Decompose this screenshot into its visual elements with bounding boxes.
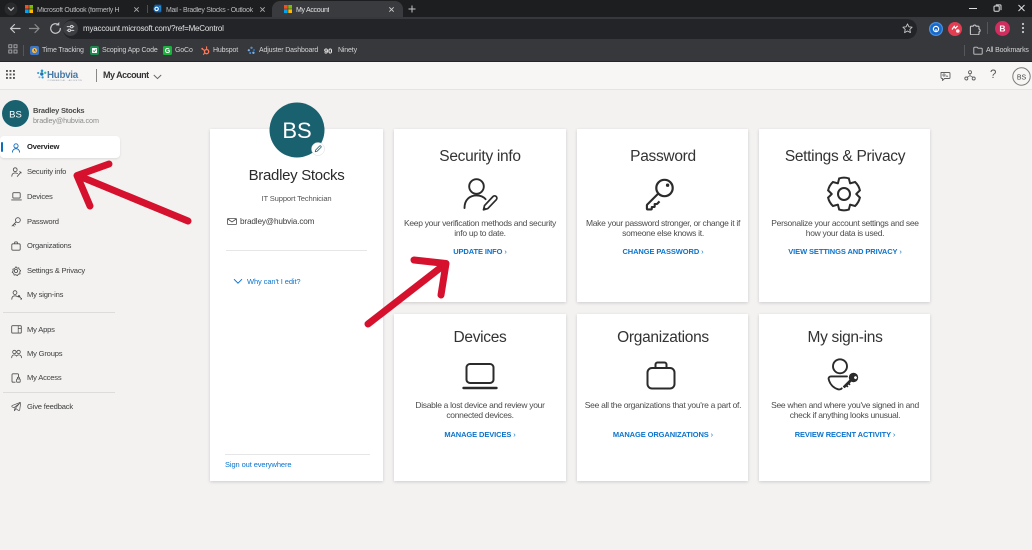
svg-text:COMMERCIAL · ADJUSTING · SOLUT: COMMERCIAL · ADJUSTING · SOLUTIONS: [48, 79, 83, 82]
svg-text:G: G: [165, 48, 171, 55]
svg-text:B: B: [999, 24, 1005, 34]
svg-text:BS: BS: [282, 118, 311, 143]
svg-text:BS: BS: [1017, 74, 1027, 81]
svg-text:90: 90: [324, 47, 332, 56]
svg-text:BS: BS: [9, 109, 22, 120]
